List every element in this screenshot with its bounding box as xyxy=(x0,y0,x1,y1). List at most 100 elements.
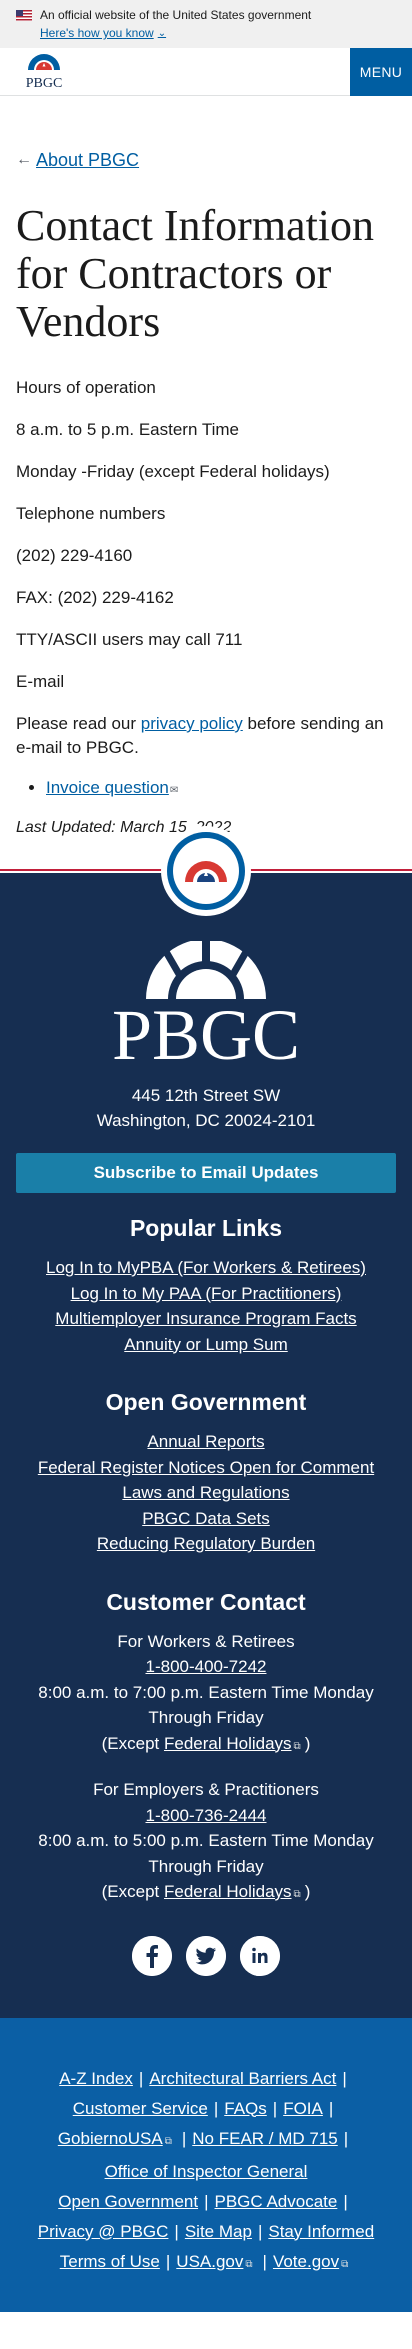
pbgc-large-logo[interactable]: PBGC xyxy=(106,941,306,1065)
employers-federal-holidays-link[interactable]: Federal Holidays xyxy=(164,1882,292,1901)
back-link-about-pbgc[interactable]: ← About PBGC xyxy=(16,148,396,172)
external-link-icon: ⧉ xyxy=(245,2258,253,2270)
link-open-government[interactable]: Open Government xyxy=(58,2192,198,2211)
open-gov-link-regulatory-burden[interactable]: Reducing Regulatory Burden xyxy=(16,1531,396,1557)
footer-main: PBGC 445 12th Street SW Washington, DC 2… xyxy=(0,873,412,2018)
open-gov-link-data-sets[interactable]: PBGC Data Sets xyxy=(16,1506,396,1532)
link-pbgc-advocate[interactable]: PBGC Advocate xyxy=(215,2192,338,2211)
phone-number: (202) 229-4160 xyxy=(16,546,133,565)
contact-workers: For Workers & Retirees 1-800-400-7242 8:… xyxy=(16,1629,396,1760)
separator: | xyxy=(138,2068,144,2088)
twitter-icon[interactable] xyxy=(186,1935,226,1976)
address-line2: Washington, DC 20024-2101 xyxy=(96,1111,316,1130)
separator: | xyxy=(174,2221,179,2241)
separator: | xyxy=(181,2128,187,2148)
privacy-pre: Please read our xyxy=(16,714,141,733)
footer-emblem xyxy=(161,826,251,916)
employers-except-post: ) xyxy=(304,1882,311,1901)
separator: | xyxy=(328,2098,334,2118)
hours-days: Monday -Friday (except Federal holidays) xyxy=(16,462,330,481)
link-az-index[interactable]: A-Z Index xyxy=(59,2069,133,2088)
workers-except: (Except Federal Holidays ⧉) xyxy=(16,1731,396,1760)
popular-links-heading: Popular Links xyxy=(129,1215,283,1241)
separator: | xyxy=(343,2128,349,2148)
email-heading: E-mail xyxy=(16,672,65,691)
link-privacy[interactable]: Privacy @ PBGC xyxy=(38,2222,169,2241)
employers-hours: 8:00 a.m. to 5:00 p.m. Eastern Time Mond… xyxy=(38,1831,374,1876)
link-customer-service[interactable]: Customer Service xyxy=(73,2099,208,2118)
open-gov-link-laws[interactable]: Laws and Regulations xyxy=(16,1480,396,1506)
tty-info: TTY/ASCII users may call 711 xyxy=(16,630,243,649)
linkedin-icon[interactable] xyxy=(240,1935,280,1976)
address-line1: 445 12th Street SW xyxy=(131,1086,281,1105)
page-title: Contact Information for Contractors or V… xyxy=(16,201,375,346)
open-gov-link-annual-reports[interactable]: Annual Reports xyxy=(16,1429,396,1455)
separator: | xyxy=(262,2251,267,2271)
separator: | xyxy=(165,2251,171,2271)
pbgc-logo[interactable]: PBGC xyxy=(0,53,72,90)
site-header: PBGC MENU xyxy=(0,47,412,96)
popular-link-annuity[interactable]: Annuity or Lump Sum xyxy=(16,1332,396,1358)
contact-content: Hours of operation 8 a.m. to 5 p.m. East… xyxy=(16,376,396,839)
employers-except-pre: (Except xyxy=(101,1882,164,1901)
menu-button[interactable]: MENU xyxy=(350,47,412,96)
link-inspector-general[interactable]: Office of Inspector General xyxy=(105,2162,308,2181)
site-footer: PBGC 445 12th Street SW Washington, DC 2… xyxy=(0,826,412,2312)
main-content: ← About PBGC Contact Information for Con… xyxy=(0,148,412,839)
email-icon: ✉ xyxy=(169,785,179,796)
popular-links: Log In to MyPBA (For Workers & Retirees)… xyxy=(16,1255,396,1357)
pbgc-emblem-icon xyxy=(185,861,227,882)
link-vote-gov[interactable]: Vote.gov xyxy=(273,2252,339,2271)
link-gobiernousa[interactable]: GobiernoUSA xyxy=(58,2129,163,2148)
link-stay-informed[interactable]: Stay Informed xyxy=(268,2222,374,2241)
hours-time: 8 a.m. to 5 p.m. Eastern Time xyxy=(16,420,239,439)
chevron-down-icon: ⌄ xyxy=(157,27,167,39)
separator: | xyxy=(343,2191,348,2211)
popular-link-mypba[interactable]: Log In to MyPBA (For Workers & Retirees) xyxy=(16,1255,396,1281)
open-government-heading: Open Government xyxy=(105,1389,307,1415)
workers-hours: 8:00 a.m. to 7:00 p.m. Eastern Time Mond… xyxy=(38,1682,374,1728)
invoice-question-link[interactable]: Invoice question xyxy=(46,778,169,797)
phone-heading: Telephone numbers xyxy=(16,504,166,523)
social-links xyxy=(16,1935,396,1976)
link-terms-of-use[interactable]: Terms of Use xyxy=(60,2252,160,2271)
hours-heading: Hours of operation xyxy=(16,378,156,397)
employers-label: For Employers & Practitioners xyxy=(93,1780,319,1799)
heres-how-you-know-link[interactable]: Here's how you know ⌄ xyxy=(40,26,166,40)
footer-address: 445 12th Street SW Washington, DC 20024-… xyxy=(16,1083,396,1133)
workers-phone-link[interactable]: 1-800-400-7242 xyxy=(146,1657,267,1676)
workers-federal-holidays-link[interactable]: Federal Holidays xyxy=(164,1734,292,1753)
invoice-list: Invoice question✉ xyxy=(46,776,396,803)
open-gov-link-federal-register[interactable]: Federal Register Notices Open for Commen… xyxy=(16,1455,396,1481)
separator: | xyxy=(272,2098,278,2118)
contact-employers: For Employers & Practitioners 1-800-736-… xyxy=(16,1777,396,1908)
link-no-fear[interactable]: No FEAR / MD 715 xyxy=(192,2129,338,2148)
footer-bottom-links: A-Z Index | Architectural Barriers Act | Cu… xyxy=(0,2017,412,2312)
link-site-map[interactable]: Site Map xyxy=(185,2222,252,2241)
back-link-label: About PBGC xyxy=(36,149,140,170)
separator: | xyxy=(204,2191,209,2211)
workers-label: For Workers & Retirees xyxy=(117,1631,295,1651)
link-architectural-barriers[interactable]: Architectural Barriers Act xyxy=(149,2069,336,2088)
external-link-icon: ⧉ xyxy=(293,1740,301,1752)
workers-except-pre: (Except xyxy=(101,1733,164,1753)
separator: | xyxy=(257,2221,263,2241)
employers-phone-link[interactable]: 1-800-736-2444 xyxy=(146,1806,267,1825)
separator: | xyxy=(213,2098,219,2118)
open-government-links: Annual Reports Federal Register Notices … xyxy=(16,1429,396,1557)
external-link-icon: ⧉ xyxy=(341,2258,349,2270)
employers-except: (Except Federal Holidays ⧉) xyxy=(16,1879,396,1908)
subscribe-button[interactable]: Subscribe to Email Updates xyxy=(16,1153,396,1193)
customer-contact-heading: Customer Contact xyxy=(106,1588,306,1615)
facebook-icon[interactable] xyxy=(132,1935,172,1976)
popular-link-multiemployer[interactable]: Multiemployer Insurance Program Facts xyxy=(16,1306,396,1332)
privacy-notice: Please read our privacy policy before se… xyxy=(16,712,396,760)
header-logo-text: PBGC xyxy=(26,76,63,90)
link-foia[interactable]: FOIA xyxy=(283,2099,323,2118)
link-faqs[interactable]: FAQs xyxy=(224,2099,267,2118)
privacy-policy-link[interactable]: privacy policy xyxy=(141,714,243,733)
link-usa-gov[interactable]: USA.gov xyxy=(176,2252,243,2271)
popular-link-mypaa[interactable]: Log In to My PAA (For Practitioners) xyxy=(16,1281,396,1307)
separator: | xyxy=(342,2068,347,2088)
pbgc-emblem-icon: PBGC xyxy=(26,53,63,90)
